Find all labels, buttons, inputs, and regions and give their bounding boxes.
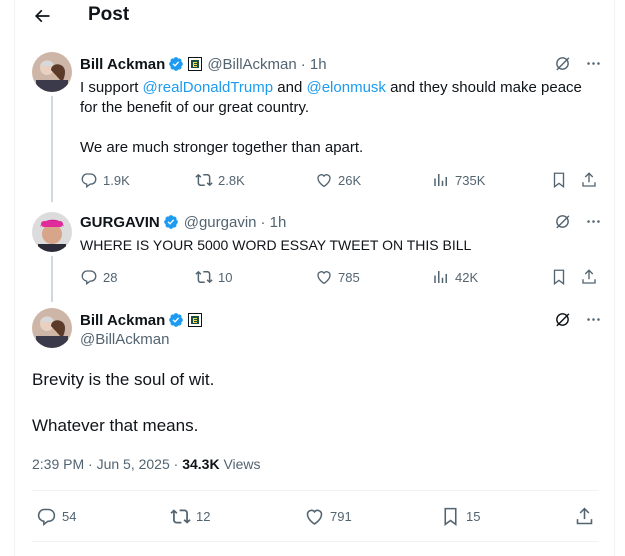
views-count: 735K — [455, 172, 486, 188]
affiliate-logo-icon — [188, 57, 203, 71]
share-icon[interactable] — [580, 171, 598, 189]
author-name[interactable]: Bill Ackman — [80, 312, 165, 329]
more-options-icon[interactable] — [585, 213, 602, 230]
repost-icon — [170, 508, 191, 524]
repost-count: 2.8K — [218, 172, 245, 188]
avatar-image — [32, 212, 72, 252]
main-tweet-text: Brevity is the soul of wit. — [32, 370, 215, 389]
avatar-image — [32, 52, 72, 92]
bookmark-icon[interactable] — [550, 171, 568, 189]
views-count: 34.3K — [182, 456, 220, 472]
verified-badge-icon — [169, 57, 184, 71]
divider — [32, 541, 599, 542]
text-segment: I support — [80, 79, 143, 96]
text-segment: and — [273, 79, 307, 96]
tweet-text: I support @realDonaldTrump and @elonmusk… — [80, 78, 585, 118]
views-chart-icon — [434, 174, 447, 186]
bookmark-icon[interactable] — [550, 268, 568, 286]
grok-icon[interactable] — [554, 311, 571, 328]
header: Post — [0, 0, 625, 32]
repost-icon — [195, 173, 213, 187]
avatar-image — [32, 308, 72, 348]
grok-icon[interactable] — [554, 213, 571, 230]
like-count: 791 — [330, 508, 352, 524]
author-row: Bill Ackman — [80, 310, 203, 330]
post-time[interactable]: · 1h — [261, 214, 287, 231]
grok-icon[interactable] — [554, 55, 571, 72]
post-meta: 2:39 PM · Jun 5, 2025 · 34.3K Views — [32, 456, 261, 472]
more-options-icon[interactable] — [585, 311, 602, 328]
author-name[interactable]: Bill Ackman — [80, 56, 165, 73]
avatar[interactable] — [32, 212, 72, 252]
like-button[interactable]: 785 — [315, 268, 360, 286]
reply-count: 54 — [62, 508, 77, 524]
thread-line — [51, 256, 53, 302]
like-count: 26K — [338, 172, 362, 188]
reply-button[interactable]: 1.9K — [80, 171, 130, 189]
page-title: Post — [88, 4, 130, 25]
views-label: Views — [219, 456, 261, 472]
heart-icon — [317, 174, 331, 188]
tweet-actions: 28 10 785 42K — [80, 267, 600, 287]
views-button[interactable]: 735K — [432, 171, 485, 189]
repost-count: 12 — [196, 508, 211, 524]
views-chart-icon — [434, 271, 447, 283]
bookmark-icon — [444, 507, 457, 526]
mention-link[interactable]: @elonmusk — [306, 79, 385, 96]
mention-link[interactable]: @realDonaldTrump — [143, 79, 274, 96]
like-button[interactable]: 26K — [315, 171, 361, 189]
views-button[interactable]: 42K — [432, 268, 478, 286]
share-icon[interactable] — [580, 268, 598, 286]
reply-button[interactable]: 54 — [36, 506, 76, 527]
repost-count: 10 — [218, 269, 233, 285]
views-count: 42K — [455, 269, 479, 285]
tweet-text: WHERE IS YOUR 5000 WORD ESSAY TWEET ON T… — [80, 237, 472, 253]
bookmark-button[interactable]: 15 — [440, 506, 480, 527]
share-icon[interactable] — [574, 506, 595, 527]
reply-icon — [81, 270, 97, 286]
timestamp[interactable]: 2:39 PM · Jun 5, 2025 · — [32, 456, 182, 472]
repost-button[interactable]: 12 — [170, 506, 210, 527]
author-handle[interactable]: @gurgavin — [184, 214, 257, 231]
bookmark-count: 15 — [466, 508, 481, 524]
affiliate-logo-icon — [188, 313, 203, 327]
divider — [32, 490, 599, 491]
main-tweet-actions: 54 12 791 15 — [36, 506, 601, 526]
avatar[interactable] — [32, 52, 72, 92]
more-options-icon[interactable] — [585, 55, 602, 72]
author-row: Bill Ackman @BillAckman · 1h — [80, 54, 327, 74]
reply-icon — [37, 508, 56, 526]
tweet-text-second: We are much stronger together than apart… — [80, 139, 364, 156]
tweet-top-icons — [554, 311, 602, 328]
author-handle[interactable]: @BillAckman — [207, 56, 296, 73]
post-time[interactable]: · 1h — [301, 56, 327, 73]
reply-icon — [81, 173, 97, 189]
author-name[interactable]: GURGAVIN — [80, 214, 160, 231]
repost-icon — [195, 270, 213, 284]
verified-badge-icon — [169, 313, 184, 327]
verified-badge-icon — [163, 215, 178, 229]
tweet-top-icons — [554, 213, 602, 230]
like-count: 785 — [338, 269, 360, 285]
avatar[interactable] — [32, 308, 72, 348]
like-button[interactable]: 791 — [304, 506, 352, 527]
reply-count: 28 — [103, 269, 118, 285]
back-arrow-icon[interactable] — [32, 6, 52, 26]
heart-icon — [317, 271, 331, 285]
tweet-actions: 1.9K 2.8K 26K 735K — [80, 170, 600, 190]
reply-button[interactable]: 28 — [80, 268, 117, 286]
thread-line — [51, 96, 53, 202]
reply-count: 1.9K — [103, 172, 130, 188]
main-tweet-text-second: Whatever that means. — [32, 416, 199, 435]
author-row: GURGAVIN @gurgavin · 1h — [80, 212, 286, 232]
repost-button[interactable]: 10 — [195, 268, 232, 286]
repost-button[interactable]: 2.8K — [195, 171, 245, 189]
heart-icon — [306, 509, 323, 525]
tweet-top-icons — [554, 55, 602, 72]
author-handle[interactable]: @BillAckman — [80, 330, 169, 350]
